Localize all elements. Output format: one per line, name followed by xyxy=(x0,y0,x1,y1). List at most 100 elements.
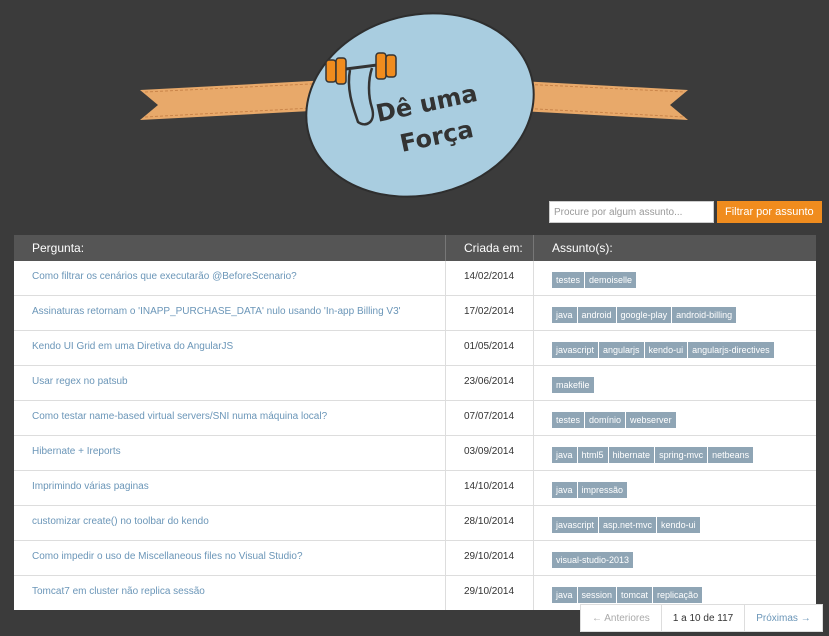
tag-badge[interactable]: html5 xyxy=(577,447,608,463)
created-date: 03/09/2014 xyxy=(464,445,515,457)
tag-badge[interactable]: asp.net-mvc xyxy=(599,517,657,533)
tags-cell: visual-studio-2013 xyxy=(533,540,816,576)
tag-badge[interactable]: angularjs xyxy=(599,342,644,358)
created-date: 29/10/2014 xyxy=(464,550,515,562)
created-date-cell: 28/10/2014 xyxy=(445,505,534,541)
tag-badge[interactable]: demoiselle xyxy=(585,272,637,288)
pagination: ← Anteriores 1 a 10 de 117 Próximas → xyxy=(580,604,823,632)
search-bar: Filtrar por assunto xyxy=(549,201,822,223)
created-header: Criada em: xyxy=(445,235,534,261)
tag-badge[interactable]: domínio xyxy=(585,412,626,428)
question-cell: Como filtrar os cenários que executarão … xyxy=(14,261,446,296)
tags-cell: testes demoiselle xyxy=(533,261,816,296)
question-cell: customizar create() no toolbar do kendo xyxy=(14,505,446,541)
tag-badge[interactable]: netbeans xyxy=(708,447,754,463)
question-link[interactable]: customizar create() no toolbar do kendo xyxy=(32,516,209,527)
question-link[interactable]: Usar regex no patsub xyxy=(32,376,128,387)
question-link[interactable]: Tomcat7 em cluster não replica sessão xyxy=(32,586,205,597)
table-row: Usar regex no patsub 23/06/2014 makefile xyxy=(14,365,816,401)
tag-badge[interactable]: session xyxy=(577,587,617,603)
question-cell: Tomcat7 em cluster não replica sessão xyxy=(14,575,446,610)
tag-badge[interactable]: kendo-ui xyxy=(644,342,688,358)
tag-badge[interactable]: java xyxy=(552,307,577,323)
previous-page-button[interactable]: ← Anteriores xyxy=(581,605,662,631)
question-link[interactable]: Como filtrar os cenários que executarão … xyxy=(32,271,297,282)
tag-badge[interactable]: replicação xyxy=(653,587,703,603)
question-header: Pergunta: xyxy=(14,235,446,261)
question-link[interactable]: Assinaturas retornam o 'INAPP_PURCHASE_D… xyxy=(32,306,401,317)
created-date-cell: 23/06/2014 xyxy=(445,365,534,401)
logo: Dê uma Força xyxy=(140,12,688,198)
next-page-button[interactable]: Próximas → xyxy=(745,605,821,631)
created-date-cell: 03/09/2014 xyxy=(445,435,534,471)
tag-badge[interactable]: android xyxy=(577,307,616,323)
tag-badge[interactable]: javascript xyxy=(552,342,599,358)
tag-badge[interactable]: tomcat xyxy=(617,587,653,603)
search-input[interactable] xyxy=(549,201,714,223)
tag-badge[interactable]: angularjs-directives xyxy=(688,342,774,358)
created-date-cell: 07/07/2014 xyxy=(445,400,534,436)
question-cell: Hibernate + Ireports xyxy=(14,435,446,471)
tag-badge[interactable]: makefile xyxy=(552,377,594,393)
created-date: 29/10/2014 xyxy=(464,585,515,597)
created-date: 23/06/2014 xyxy=(464,375,515,387)
question-link[interactable]: Imprimindo várias paginas xyxy=(32,481,149,492)
table-row: Kendo UI Grid em uma Diretiva do Angular… xyxy=(14,330,816,366)
tags-cell: makefile xyxy=(533,365,816,401)
tags-cell: java impressão xyxy=(533,470,816,506)
tags-cell: javascript asp.net-mvc kendo-ui xyxy=(533,505,816,541)
question-cell: Usar regex no patsub xyxy=(14,365,446,401)
table-body: Como filtrar os cenários que executarão … xyxy=(14,261,816,610)
tags-cell: javascript angularjs kendo-ui angularjs-dir… xyxy=(533,330,816,366)
created-date-cell: 14/10/2014 xyxy=(445,470,534,506)
tag-badge[interactable]: java xyxy=(552,587,577,603)
question-cell: Como testar name-based virtual servers/S… xyxy=(14,400,446,436)
question-link[interactable]: Hibernate + Ireports xyxy=(32,446,121,457)
table-row: customizar create() no toolbar do kendo 2… xyxy=(14,505,816,541)
question-cell: Assinaturas retornam o 'INAPP_PURCHASE_D… xyxy=(14,295,446,331)
tag-badge[interactable]: android-billing xyxy=(672,307,737,323)
created-date: 14/10/2014 xyxy=(464,480,515,492)
questions-table: Pergunta: Criada em: Assunto(s): Como fi… xyxy=(14,235,816,610)
table-row: Imprimindo várias paginas 14/10/2014 java i… xyxy=(14,470,816,506)
table-row: Como filtrar os cenários que executarão … xyxy=(14,261,816,296)
tag-badge[interactable]: visual-studio-2013 xyxy=(552,552,634,568)
table-row: Como testar name-based virtual servers/S… xyxy=(14,400,816,436)
question-link[interactable]: Kendo UI Grid em uma Diretiva do Angular… xyxy=(32,341,233,352)
question-cell: Como impedir o uso de Miscellaneous file… xyxy=(14,540,446,576)
created-date-cell: 29/10/2014 xyxy=(445,575,534,610)
created-date: 01/05/2014 xyxy=(464,340,515,352)
created-date-cell: 17/02/2014 xyxy=(445,295,534,331)
created-date-cell: 29/10/2014 xyxy=(445,540,534,576)
question-link[interactable]: Como testar name-based virtual servers/S… xyxy=(32,411,327,422)
question-cell: Imprimindo várias paginas xyxy=(14,470,446,506)
tags-cell: java html5 hibernate spring-mvc netbeans xyxy=(533,435,816,471)
tag-badge[interactable]: kendo-ui xyxy=(657,517,700,533)
table-row: Como impedir o uso de Miscellaneous file… xyxy=(14,540,816,576)
filter-button[interactable]: Filtrar por assunto xyxy=(717,201,822,223)
table-row: Hibernate + Ireports 03/09/2014 java html5 h… xyxy=(14,435,816,471)
created-date: 28/10/2014 xyxy=(464,515,515,527)
tag-badge[interactable]: google-play xyxy=(616,307,672,323)
created-date: 17/02/2014 xyxy=(464,305,515,317)
tag-badge[interactable]: webserver xyxy=(626,412,676,428)
question-link[interactable]: Como impedir o uso de Miscellaneous file… xyxy=(32,551,303,562)
created-date-cell: 14/02/2014 xyxy=(445,261,534,296)
page-info: 1 a 10 de 117 xyxy=(662,605,746,631)
tags-header: Assunto(s): xyxy=(533,235,816,261)
created-date: 14/02/2014 xyxy=(464,270,515,282)
tags-cell: testes domínio webserver xyxy=(533,400,816,436)
tag-badge[interactable]: testes xyxy=(552,412,585,428)
table-header: Pergunta: Criada em: Assunto(s): xyxy=(14,235,816,261)
table-row: Assinaturas retornam o 'INAPP_PURCHASE_D… xyxy=(14,295,816,331)
tags-cell: java android google-play android-billing xyxy=(533,295,816,331)
tag-badge[interactable]: java xyxy=(552,447,577,463)
tag-badge[interactable]: hibernate xyxy=(608,447,655,463)
tag-badge[interactable]: impressão xyxy=(577,482,628,498)
tag-badge[interactable]: spring-mvc xyxy=(655,447,708,463)
tag-badge[interactable]: testes xyxy=(552,272,585,288)
question-cell: Kendo UI Grid em uma Diretiva do Angular… xyxy=(14,330,446,366)
tag-badge[interactable]: javascript xyxy=(552,517,599,533)
created-date: 07/07/2014 xyxy=(464,410,515,422)
tag-badge[interactable]: java xyxy=(552,482,577,498)
